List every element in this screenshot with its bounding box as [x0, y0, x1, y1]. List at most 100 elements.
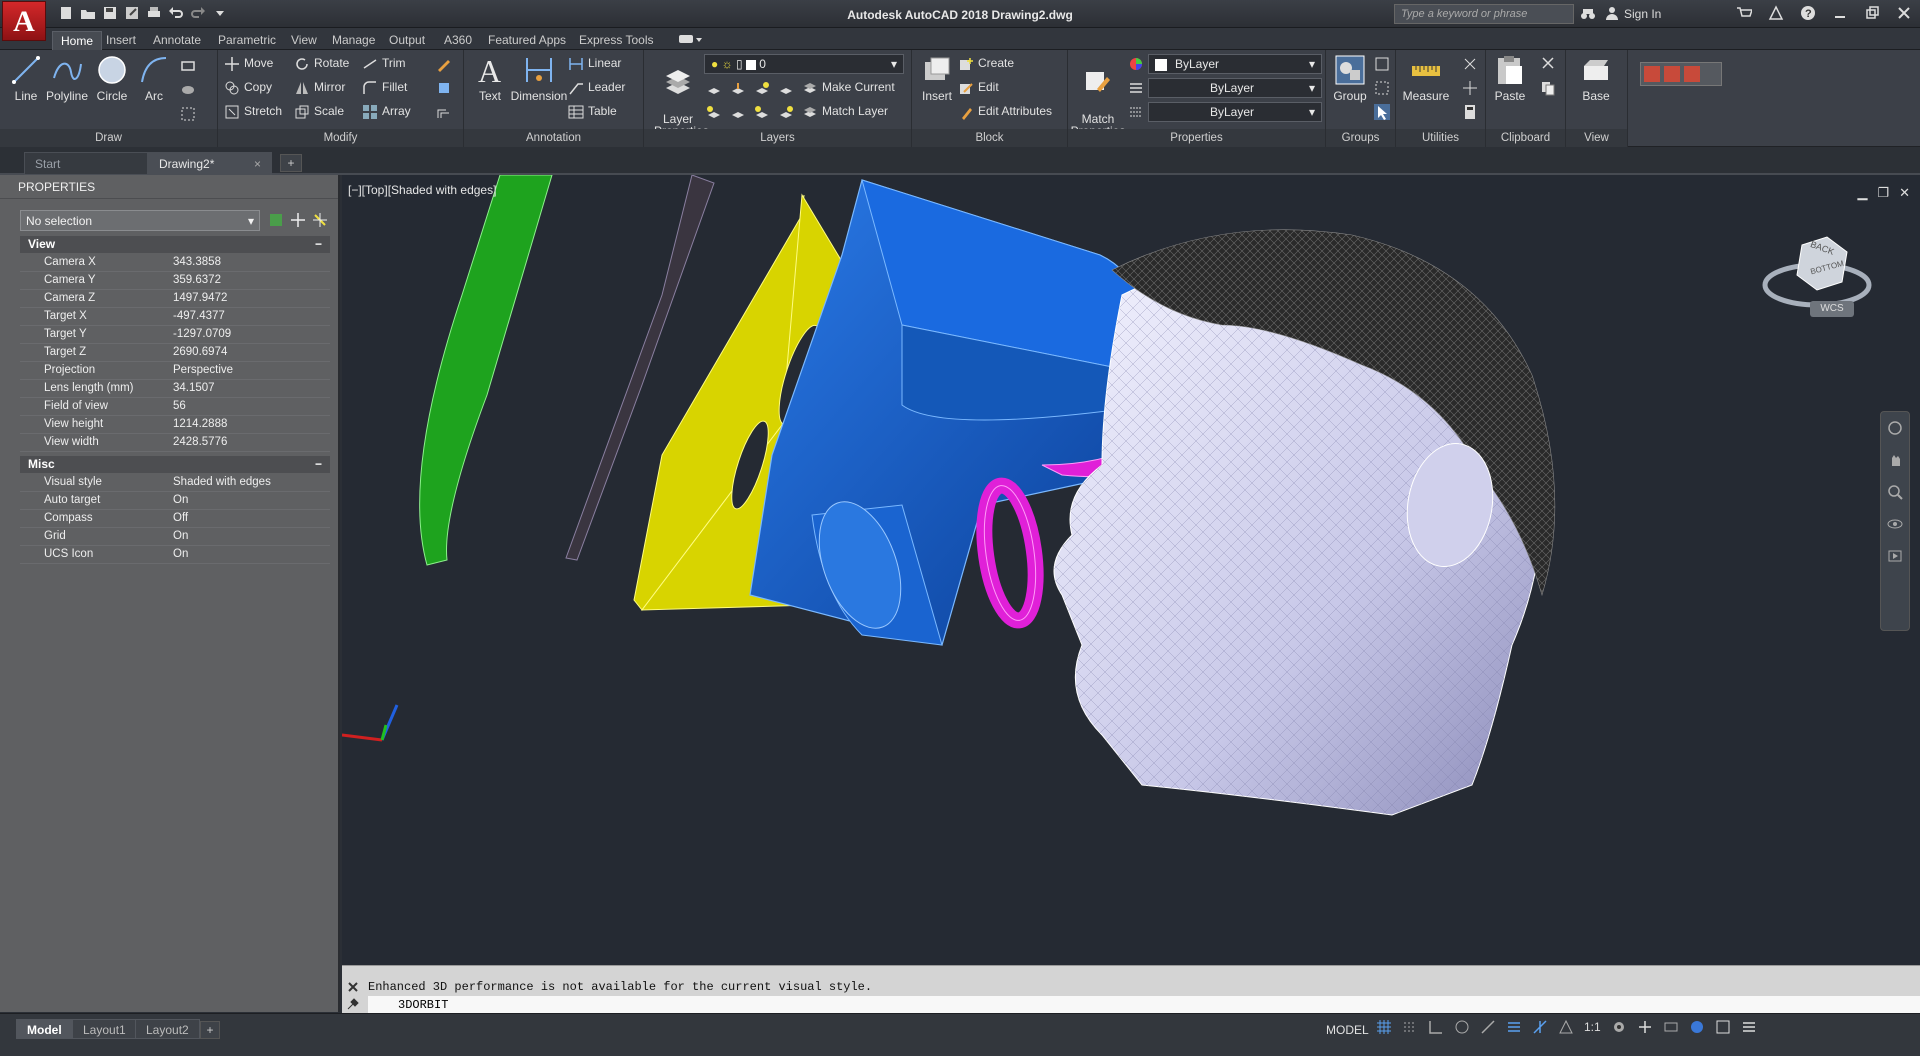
tab-layout2[interactable]: Layout2: [135, 1019, 200, 1039]
line-button[interactable]: Line: [8, 54, 44, 103]
customize-icon[interactable]: [346, 997, 362, 1013]
leader-button[interactable]: Leader: [568, 80, 625, 96]
quick-select-icon[interactable]: [312, 212, 328, 228]
new-tab-button[interactable]: +: [280, 154, 302, 172]
properties-panel-title[interactable]: Properties: [1068, 129, 1325, 147]
add-layout-button[interactable]: +: [200, 1021, 220, 1039]
tab-express-tools[interactable]: Express Tools: [571, 31, 661, 50]
viewport-restore-icon[interactable]: ❐: [1877, 185, 1889, 201]
grid-icon[interactable]: [1376, 1019, 1392, 1035]
view-panel-title[interactable]: View: [1566, 129, 1627, 147]
viewport-close-icon[interactable]: ✕: [1899, 185, 1910, 201]
property-row[interactable]: View width 2428.5776: [20, 434, 330, 452]
match-layer-button[interactable]: Match Layer: [802, 104, 888, 120]
calculator-icon[interactable]: [1462, 104, 1478, 120]
minimize-icon[interactable]: [1832, 5, 1848, 21]
insert-button[interactable]: Insert: [916, 54, 958, 103]
ortho-icon[interactable]: [1428, 1019, 1444, 1035]
property-row[interactable]: Camera X 343.3858: [20, 254, 330, 272]
cut-icon[interactable]: [1540, 56, 1556, 72]
property-row[interactable]: Auto target On: [20, 492, 330, 510]
tab-layout1[interactable]: Layout1: [72, 1019, 137, 1039]
match-properties-button[interactable]: Match Properties: [1070, 54, 1126, 137]
selection-dropdown[interactable]: No selection ▾: [20, 210, 260, 231]
annotation-panel-title[interactable]: Annotation: [464, 129, 643, 147]
lineweight-icon[interactable]: [1128, 104, 1144, 120]
workspace-gear-icon[interactable]: [1611, 1019, 1627, 1035]
linetype-dropdown[interactable]: ByLayer ▾: [1148, 78, 1322, 98]
property-row[interactable]: Camera Z 1497.9472: [20, 290, 330, 308]
property-row[interactable]: Field of view 56: [20, 398, 330, 416]
property-row[interactable]: Target X -497.4377: [20, 308, 330, 326]
create-block-button[interactable]: Create: [958, 56, 1014, 72]
viewport-minimize-icon[interactable]: ▁: [1857, 185, 1867, 201]
orbit-icon[interactable]: [1887, 516, 1903, 532]
mirror-button[interactable]: Mirror: [294, 80, 345, 96]
tab-view[interactable]: View: [283, 31, 325, 50]
offset-icon[interactable]: [436, 104, 452, 120]
layers-panel-title[interactable]: Layers: [644, 129, 911, 147]
property-row[interactable]: UCS Icon On: [20, 546, 330, 564]
tab-start[interactable]: Start: [24, 152, 148, 175]
annotation-scale-value[interactable]: 1:1: [1584, 1019, 1601, 1035]
sign-in-link[interactable]: Sign In: [1624, 7, 1661, 21]
ribbon-toggle-icon[interactable]: [678, 32, 702, 48]
binoculars-icon[interactable]: [1580, 6, 1596, 22]
paste-button[interactable]: Paste: [1490, 54, 1530, 103]
help-icon[interactable]: ?: [1800, 5, 1816, 21]
edit-attributes-button[interactable]: Edit Attributes: [958, 104, 1052, 120]
erase-icon[interactable]: [436, 56, 452, 72]
color-dropdown[interactable]: ByLayer ▾: [1148, 54, 1322, 74]
polar-icon[interactable]: [1454, 1019, 1470, 1035]
stretch-button[interactable]: Stretch: [224, 104, 282, 120]
customization-menu-icon[interactable]: [1741, 1019, 1757, 1035]
draw-panel-title[interactable]: Draw: [0, 129, 217, 147]
steering-wheel-icon[interactable]: [1887, 420, 1903, 436]
block-panel-title[interactable]: Block: [912, 129, 1067, 147]
layer-tool-icon[interactable]: [754, 81, 770, 97]
layer-properties-button[interactable]: Layer Properties: [654, 54, 709, 137]
search-input[interactable]: Type a keyword or phrase: [1394, 4, 1574, 24]
tab-model[interactable]: Model: [16, 1019, 73, 1039]
group-edit-icon[interactable]: [1374, 80, 1390, 96]
group-select-icon[interactable]: [1374, 104, 1390, 120]
linear-button[interactable]: Linear: [568, 56, 621, 72]
select-objects-icon[interactable]: [290, 212, 306, 228]
lineweight-toggle-icon[interactable]: [1506, 1019, 1522, 1035]
pan-icon[interactable]: [1887, 452, 1903, 468]
wcs-menu[interactable]: WCS: [1810, 301, 1854, 317]
make-current-button[interactable]: Make Current: [802, 80, 895, 96]
a360-icon[interactable]: [1768, 5, 1784, 21]
tab-output[interactable]: Output: [381, 31, 433, 50]
copy-clip-icon[interactable]: [1540, 80, 1556, 96]
plus-icon[interactable]: [1637, 1019, 1653, 1035]
tab-insert[interactable]: Insert: [98, 31, 144, 50]
property-row[interactable]: Target Z 2690.6974: [20, 344, 330, 362]
modify-panel-title[interactable]: Modify: [218, 129, 463, 147]
dynamic-ucs-icon[interactable]: [1532, 1019, 1548, 1035]
view-section-header[interactable]: View −: [20, 236, 330, 253]
restore-icon[interactable]: [1864, 5, 1880, 21]
toggle-pickadd-icon[interactable]: [268, 212, 284, 228]
edit-block-button[interactable]: Edit: [958, 80, 999, 96]
point-icon[interactable]: [1462, 80, 1478, 96]
tab-manage[interactable]: Manage: [324, 31, 383, 50]
property-row[interactable]: Compass Off: [20, 510, 330, 528]
property-row[interactable]: Target Y -1297.0709: [20, 326, 330, 344]
app-menu-button[interactable]: A: [2, 1, 46, 41]
tool-icon[interactable]: [1644, 66, 1660, 82]
viewport-controls-label[interactable]: [−][Top][Shaded with edges]: [348, 183, 496, 197]
model-space-toggle[interactable]: MODEL: [1326, 1023, 1369, 1037]
fillet-button[interactable]: Fillet: [362, 80, 407, 96]
tab-parametric[interactable]: Parametric: [210, 31, 284, 50]
copy-button[interactable]: Copy: [224, 80, 272, 96]
circle-button[interactable]: Circle: [94, 54, 130, 103]
collapse-icon[interactable]: −: [315, 457, 322, 471]
group-button[interactable]: Group: [1330, 54, 1370, 103]
close-tab-icon[interactable]: ×: [254, 157, 261, 171]
property-row[interactable]: Projection Perspective: [20, 362, 330, 380]
text-button[interactable]: A Text: [472, 54, 508, 103]
layer-tool-icon[interactable]: [778, 105, 794, 121]
groups-panel-title[interactable]: Groups: [1326, 129, 1395, 147]
trim-button[interactable]: Trim: [362, 56, 406, 72]
